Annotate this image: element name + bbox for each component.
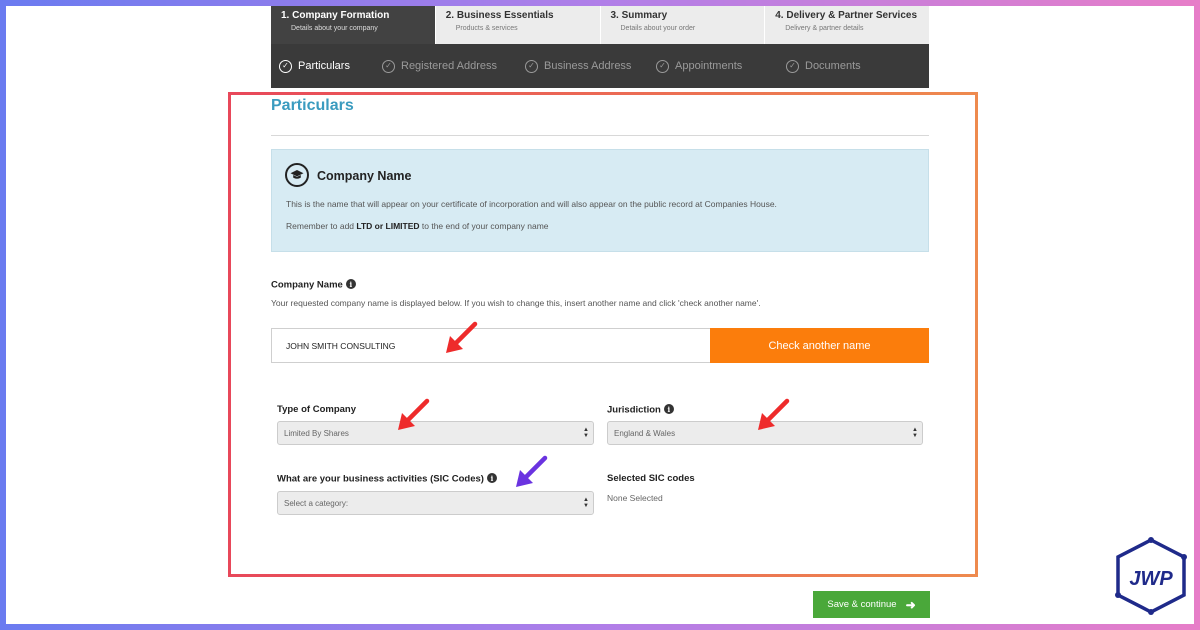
select-caret-icon: ▲ ▼ xyxy=(583,497,589,509)
red-arrow-icon xyxy=(758,398,790,430)
info-reminder-prefix: Remember to add xyxy=(286,221,357,231)
substep-label: Particulars xyxy=(298,60,350,72)
check-circle-icon: ✓ xyxy=(656,59,669,73)
check-circle-icon: ✓ xyxy=(279,59,292,73)
company-name-info-box: Company Name This is the name that will … xyxy=(271,149,929,252)
step-title: 1. Company Formation xyxy=(281,10,390,21)
substep-label: Appointments xyxy=(675,60,743,72)
sic-category-select[interactable]: Select a category: ▲ ▼ xyxy=(277,491,594,515)
info-reminder-bold: LTD or LIMITED xyxy=(356,221,420,231)
step-business-essentials[interactable]: 2. Business Essentials Products & servic… xyxy=(434,6,600,44)
screenshot-canvas: 1. Company Formation Details about your … xyxy=(6,6,1194,624)
substep-label: Business Address xyxy=(544,60,632,72)
check-circle-icon: ✓ xyxy=(382,59,395,73)
company-name-label-text: Company Name xyxy=(271,279,343,291)
red-arrow-icon xyxy=(398,398,430,430)
save-continue-label: Save & continue xyxy=(827,599,897,610)
select-caret-icon: ▲ ▼ xyxy=(912,427,918,439)
jwp-logo: JWP xyxy=(1115,537,1187,615)
selected-sic-label: Selected SIC codes xyxy=(607,473,695,484)
step-summary[interactable]: 3. Summary Details about your order xyxy=(599,6,765,44)
substep-registered-address[interactable]: ✓ Registered Address xyxy=(382,59,525,73)
company-name-help: Your requested company name is displayed… xyxy=(271,298,761,308)
step-company-formation[interactable]: 1. Company Formation Details about your … xyxy=(271,6,435,44)
page-title: Particulars xyxy=(271,97,354,114)
company-name-label: Company Name i xyxy=(271,279,356,291)
check-circle-icon: ✓ xyxy=(525,59,538,73)
selected-sic-value: None Selected xyxy=(607,493,663,503)
info-icon[interactable]: i xyxy=(663,404,674,414)
red-arrow-icon xyxy=(446,321,478,353)
info-icon[interactable]: i xyxy=(345,279,356,289)
check-another-name-button[interactable]: Check another name xyxy=(710,328,929,363)
purple-arrow-icon xyxy=(516,455,548,487)
step-subtitle: Products & services xyxy=(455,25,518,32)
select-placeholder: Select a category: xyxy=(284,498,349,508)
substep-business-address[interactable]: ✓ Business Address xyxy=(525,59,656,73)
type-of-company-label: Type of Company xyxy=(277,404,356,415)
jurisdiction-label-text: Jurisdiction xyxy=(607,404,661,416)
substep-particulars[interactable]: ✓ Particulars xyxy=(279,59,382,73)
info-reminder: Remember to add LTD or LIMITED to the en… xyxy=(286,221,549,231)
select-caret-icon: ▲ ▼ xyxy=(583,427,589,439)
jurisdiction-label: Jurisdiction i xyxy=(607,404,674,416)
substep-appointments[interactable]: ✓ Appointments xyxy=(656,59,786,73)
step-subtitle: Details about your order xyxy=(620,25,696,32)
step-subtitle: Details about your company xyxy=(291,25,378,32)
check-circle-icon: ✓ xyxy=(786,59,799,73)
info-title: Company Name xyxy=(317,169,412,183)
step-title: 3. Summary xyxy=(610,10,668,21)
step-delivery-partner[interactable]: 4. Delivery & Partner Services Delivery … xyxy=(764,6,930,44)
select-value: Limited By Shares xyxy=(284,428,349,438)
step-title: 4. Delivery & Partner Services xyxy=(775,10,918,21)
graduation-cap-icon xyxy=(285,163,309,187)
type-of-company-select[interactable]: Limited By Shares ▲ ▼ xyxy=(277,421,594,445)
substep-documents[interactable]: ✓ Documents xyxy=(786,59,861,73)
step-progress-bar: 1. Company Formation Details about your … xyxy=(271,6,930,44)
divider xyxy=(271,135,929,136)
info-reminder-suffix: to the end of your company name xyxy=(419,221,549,231)
save-continue-button[interactable]: Save & continue ➜ xyxy=(813,591,930,618)
info-icon[interactable]: i xyxy=(486,473,497,483)
substep-nav: ✓ Particulars ✓ Registered Address ✓ Bus… xyxy=(271,44,929,88)
info-text: This is the name that will appear on you… xyxy=(286,199,777,209)
select-value: England & Wales xyxy=(614,428,676,438)
step-subtitle: Delivery & partner details xyxy=(785,25,864,32)
substep-label: Registered Address xyxy=(401,60,497,72)
substep-label: Documents xyxy=(805,60,861,72)
step-title: 2. Business Essentials xyxy=(445,10,554,21)
company-name-input[interactable] xyxy=(271,328,711,363)
logo-text: JWP xyxy=(1129,568,1173,590)
arrow-right-icon: ➜ xyxy=(905,597,916,612)
sic-codes-label: What are your business activities (SIC C… xyxy=(277,473,497,485)
sic-codes-label-text: What are your business activities (SIC C… xyxy=(277,473,484,485)
